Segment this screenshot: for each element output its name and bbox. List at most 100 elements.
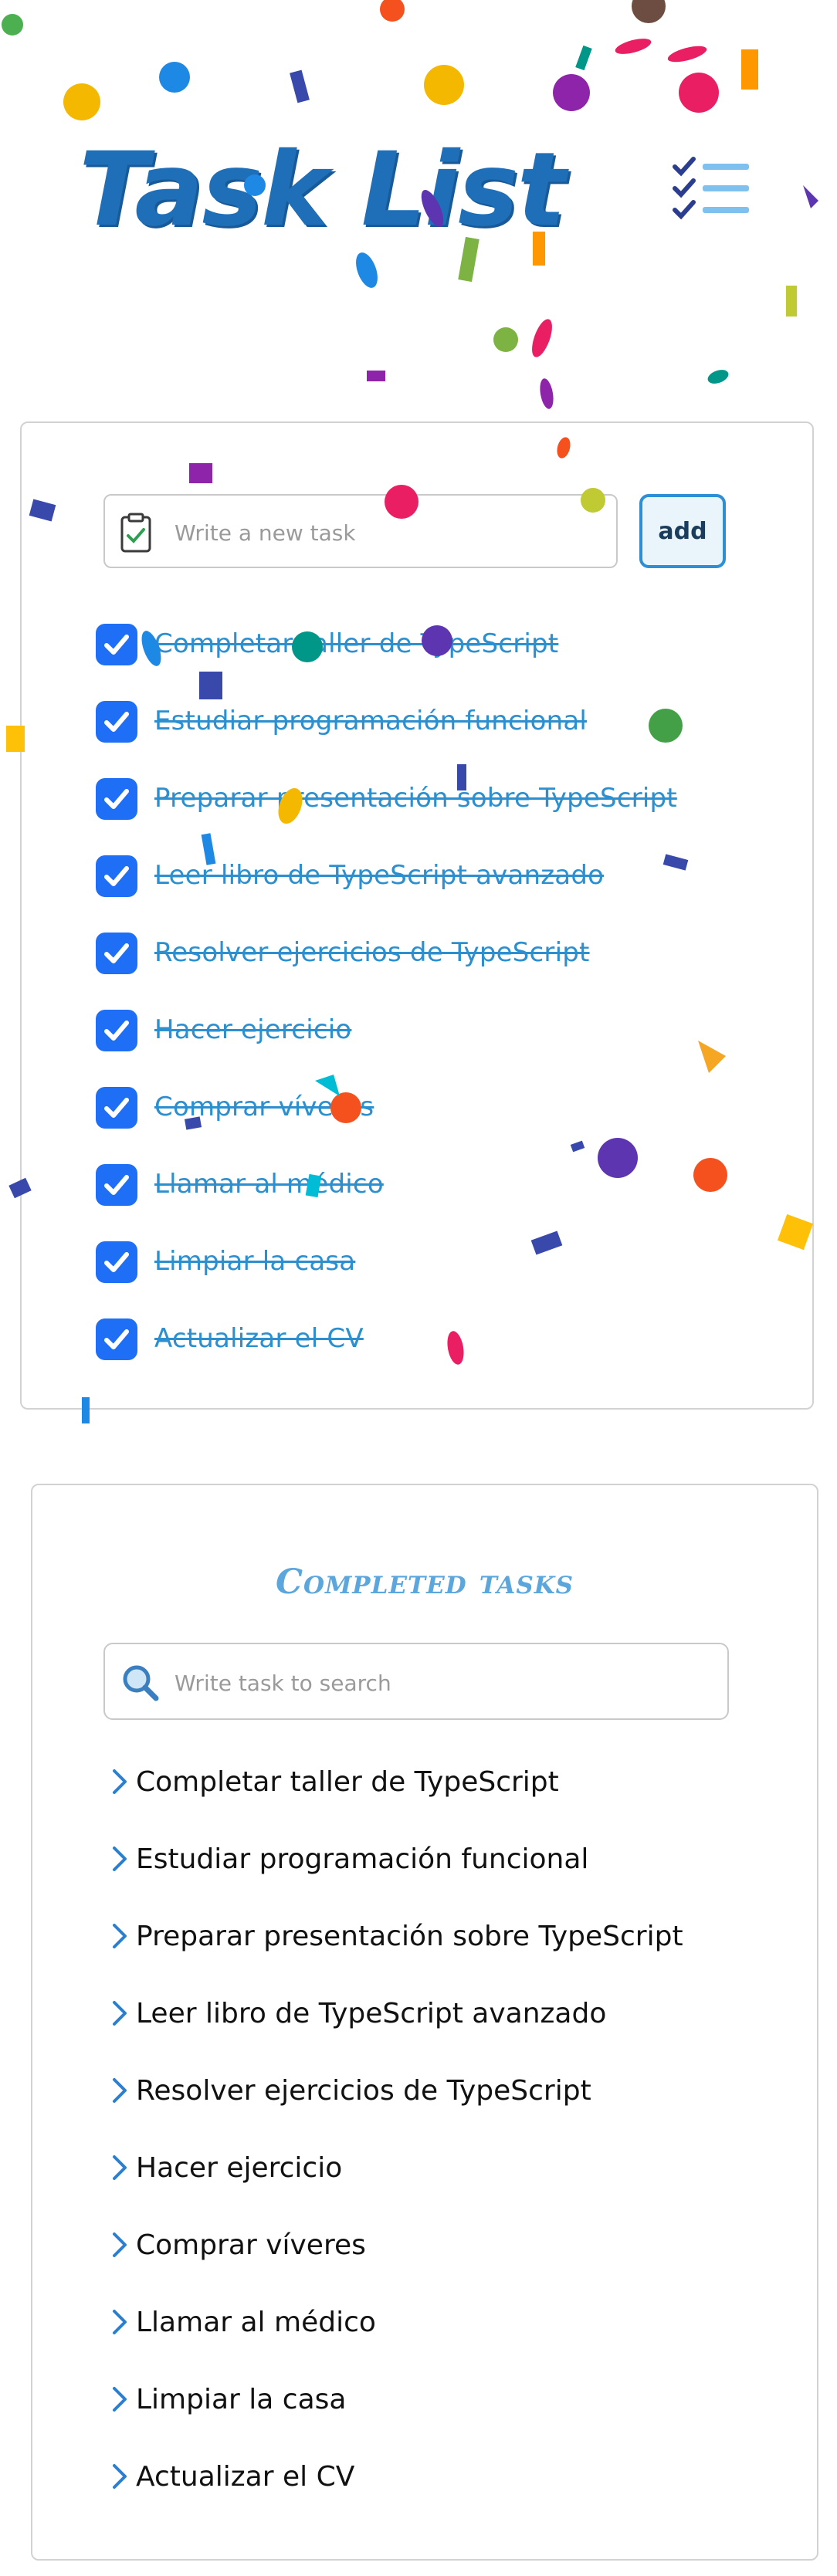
task-item[interactable]: Comprar víveres — [96, 1079, 791, 1156]
checkmark-icon — [104, 943, 129, 963]
task-label: Comprar víveres — [154, 1092, 374, 1122]
confetti-piece — [540, 378, 554, 409]
confetti-piece — [356, 252, 378, 288]
completed-title: Completed tasks — [275, 1562, 574, 1602]
completed-item-label: Actualizar el CV — [136, 2461, 355, 2493]
confetti-piece — [553, 74, 590, 111]
completed-item[interactable]: Estudiar programación funcional — [110, 1830, 789, 1907]
completed-item[interactable]: Preparar presentación sobre TypeScript — [110, 1907, 789, 1984]
add-task-button[interactable]: add — [639, 494, 726, 568]
chevron-right-icon — [113, 2078, 127, 2103]
completed-card: Completed tasks Write task to search Com… — [31, 1484, 818, 2561]
task-checkbox[interactable] — [96, 1241, 137, 1283]
task-checkbox[interactable] — [96, 1164, 137, 1206]
task-item[interactable]: Leer libro de TypeScript avanzado — [96, 848, 791, 925]
new-task-row: Write a new task add — [103, 494, 752, 571]
confetti-piece — [63, 83, 100, 120]
chevron-right-icon — [113, 2001, 127, 2026]
checkmark-icon — [104, 712, 129, 732]
task-item[interactable]: Completar taller de TypeScript — [96, 616, 791, 693]
task-checkbox[interactable] — [96, 933, 137, 974]
checkmark-icon — [104, 635, 129, 655]
completed-item[interactable]: Llamar al médico — [110, 2293, 789, 2370]
confetti-piece — [532, 319, 552, 357]
magnifier-icon — [123, 1665, 159, 1701]
search-input[interactable]: Write task to search — [103, 1643, 729, 1720]
completed-item-label: Preparar presentación sobre TypeScript — [136, 1921, 683, 1952]
task-item[interactable]: Llamar al médico — [96, 1156, 791, 1234]
completed-item-label: Limpiar la casa — [136, 2384, 347, 2415]
confetti-piece — [786, 286, 797, 316]
completed-item[interactable]: Limpiar la casa — [110, 2370, 789, 2447]
confetti-piece — [2, 14, 23, 36]
chevron-right-icon — [113, 1847, 127, 1871]
confetti-piece — [290, 69, 310, 103]
task-checkbox[interactable] — [96, 1318, 137, 1360]
completed-item-label: Resolver ejercicios de TypeScript — [136, 2075, 591, 2107]
task-checkbox[interactable] — [96, 1087, 137, 1129]
completed-item[interactable]: Leer libro de TypeScript avanzado — [110, 1984, 789, 2061]
checklist-icon — [673, 157, 749, 220]
checkmark-icon — [104, 866, 129, 886]
confetti-piece — [424, 65, 464, 105]
clipboard-check-icon — [120, 513, 151, 553]
task-label: Resolver ejercicios de TypeScript — [154, 937, 590, 968]
chevron-right-icon — [113, 2310, 127, 2334]
task-label: Preparar presentación sobre TypeScript — [154, 783, 677, 814]
completed-item[interactable]: Comprar víveres — [110, 2215, 789, 2293]
completed-item[interactable]: Actualizar el CV — [110, 2447, 789, 2524]
confetti-piece — [380, 0, 405, 22]
confetti-piece — [667, 46, 707, 63]
checkmark-icon — [104, 1098, 129, 1118]
task-label: Limpiar la casa — [154, 1246, 356, 1277]
chevron-right-icon — [113, 2232, 127, 2257]
chevron-right-icon — [113, 2387, 127, 2412]
confetti-piece — [615, 39, 652, 54]
completed-item-label: Llamar al médico — [136, 2307, 376, 2338]
chevron-right-icon — [113, 1924, 127, 1948]
task-label: Estudiar programación funcional — [154, 706, 588, 736]
completed-item-label: Estudiar programación funcional — [136, 1843, 589, 1875]
task-list: Completar taller de TypeScript Estudiar p… — [96, 616, 791, 1388]
checkmark-icon — [104, 789, 129, 809]
task-card: Write a new task add Completar taller de… — [20, 421, 814, 1410]
new-task-input[interactable]: Write a new task — [103, 494, 618, 568]
checkmark-icon — [104, 1329, 129, 1349]
completed-item-label: Comprar víveres — [136, 2229, 366, 2261]
confetti-piece — [493, 327, 518, 352]
app-header: Task List — [0, 116, 837, 255]
task-item[interactable]: Limpiar la casa — [96, 1234, 791, 1311]
new-task-placeholder: Write a new task — [175, 520, 356, 546]
completed-item-label: Completar taller de TypeScript — [136, 1766, 559, 1798]
confetti-piece — [741, 49, 758, 90]
app-title: Task List — [79, 130, 566, 249]
task-checkbox[interactable] — [96, 624, 137, 665]
completed-item[interactable]: Hacer ejercicio — [110, 2138, 789, 2215]
completed-item-label: Leer libro de TypeScript avanzado — [136, 1998, 607, 2029]
chevron-right-icon — [113, 2464, 127, 2489]
confetti-piece — [707, 370, 729, 384]
task-checkbox[interactable] — [96, 855, 137, 897]
completed-item[interactable]: Resolver ejercicios de TypeScript — [110, 2061, 789, 2138]
task-item[interactable]: Estudiar programación funcional — [96, 693, 791, 770]
completed-item-label: Hacer ejercicio — [136, 2152, 343, 2184]
checkmark-icon — [104, 1252, 129, 1272]
chevron-right-icon — [113, 2155, 127, 2180]
task-label: Actualizar el CV — [154, 1323, 364, 1354]
task-checkbox[interactable] — [96, 1010, 137, 1051]
confetti-piece — [679, 73, 719, 113]
task-label: Hacer ejercicio — [154, 1014, 352, 1045]
completed-item[interactable]: Completar taller de TypeScript — [110, 1752, 789, 1830]
task-checkbox[interactable] — [96, 701, 137, 743]
checkmark-icon — [104, 1175, 129, 1195]
task-item[interactable]: Preparar presentación sobre TypeScript — [96, 770, 791, 848]
completed-list: Completar taller de TypeScript Estudiar p… — [110, 1752, 789, 2524]
search-placeholder: Write task to search — [175, 1671, 391, 1696]
task-item[interactable]: Resolver ejercicios de TypeScript — [96, 925, 791, 1002]
confetti-piece — [575, 45, 592, 71]
task-item[interactable]: Hacer ejercicio — [96, 1002, 791, 1079]
confetti-piece — [159, 62, 190, 93]
confetti-piece — [632, 0, 666, 23]
task-item[interactable]: Actualizar el CV — [96, 1311, 791, 1388]
task-checkbox[interactable] — [96, 778, 137, 820]
